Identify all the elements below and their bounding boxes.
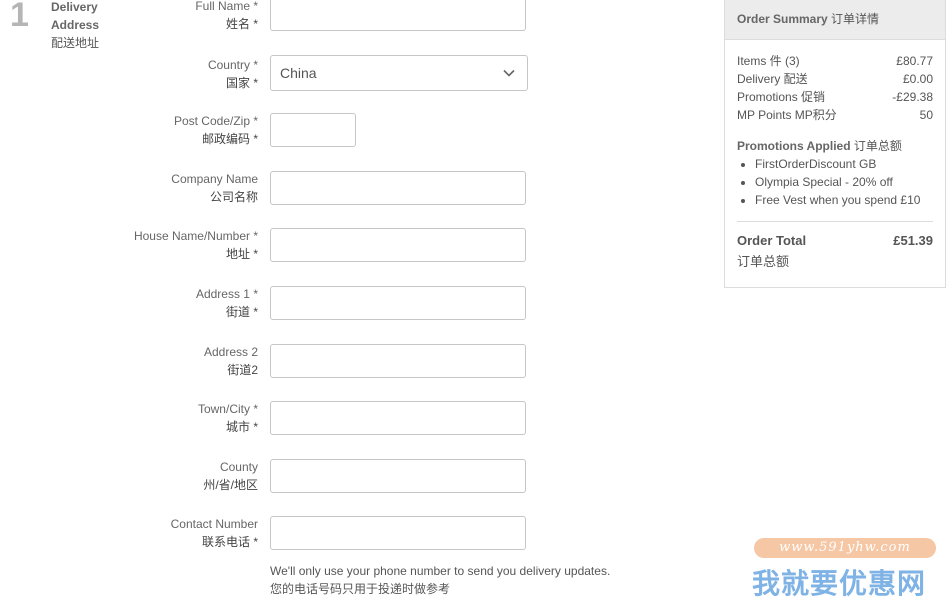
country-label-en: Country * [207,58,258,72]
town-city-row: Town/City * 城市 * [0,400,700,440]
contact-number-input[interactable] [270,516,526,550]
house-number-input[interactable] [270,228,526,262]
address-1-label-en: Address 1 * [195,287,258,301]
summary-divider [737,221,933,222]
full-name-row: Full Name * 姓名 * [0,0,700,37]
summary-line-label: Items 件 (3) [737,54,800,68]
full-name-label: Full Name * 姓名 * [58,0,258,33]
address-2-label-zh: 街道2 [227,363,258,377]
promotions-applied-title-en: Promotions Applied [737,139,851,153]
company-name-row: Company Name 公司名称 [0,170,700,210]
summary-line-promotions: Promotions 促销 -£29.38 [737,88,933,106]
promotion-item: Free Vest when you spend £10 [755,191,933,209]
summary-line-label: MP Points MP积分 [737,108,837,122]
country-selected-value: China [280,65,317,81]
address-2-label: Address 2 街道2 [58,343,258,379]
full-name-label-zh: 姓名 * [225,17,258,31]
company-name-input[interactable] [270,171,526,205]
contact-number-label-en: Contact Number [170,517,258,531]
company-name-label-zh: 公司名称 [209,190,258,204]
post-code-label: Post Code/Zip * 邮政编码 * [58,112,258,148]
country-label-zh: 国家 * [225,76,258,90]
county-input[interactable] [270,459,526,493]
order-summary-panel: Order Summary 订单详情 Items 件 (3) £80.77 De… [724,0,946,288]
promotions-applied-title-zh: 订单总额 [853,139,902,153]
phone-help-en: We'll only use your phone number to send… [270,564,611,578]
address-2-label-en: Address 2 [203,345,258,359]
summary-line-value: £80.77 [896,54,933,68]
country-label: Country * 国家 * [58,56,258,92]
post-code-input[interactable] [270,113,356,147]
town-city-label: Town/City * 城市 * [58,400,258,436]
phone-help-text: We'll only use your phone number to send… [270,562,650,598]
full-name-input[interactable] [270,0,526,31]
contact-number-row: Contact Number 联系电话 * [0,515,700,555]
address-2-row: Address 2 街道2 [0,343,700,383]
town-city-input[interactable] [270,401,526,435]
summary-line-value: 50 [919,108,933,122]
county-label: County 州/省/地区 [58,458,258,494]
summary-line-mp-points: MP Points MP积分 50 [737,106,933,124]
address-1-label-zh: 街道 * [225,305,258,319]
promotions-applied-title: Promotions Applied 订单总额 [737,137,933,155]
chevron-down-icon [503,69,515,77]
summary-line-label: Delivery 配送 [737,72,808,86]
house-number-label: House Name/Number * 地址 * [58,227,258,263]
town-city-label-zh: 城市 * [225,420,258,434]
phone-help-zh: 您的电话号码只用于投递时做参考 [270,582,451,596]
town-city-label-en: Town/City * [197,402,258,416]
promotion-item: Olympia Special - 20% off [755,173,933,191]
order-summary-title-en: Order Summary [737,12,828,26]
site-watermark: www.591yhw.com 我就要优惠网 [748,536,944,599]
watermark-text: 我就要优惠网 [752,568,927,599]
summary-line-items: Items 件 (3) £80.77 [737,52,933,70]
order-total-label: Order Total 订单总额 [737,232,806,271]
order-total-row: Order Total 订单总额 £51.39 [737,232,933,271]
order-total-value: £51.39 [893,233,933,248]
country-row: Country * 国家 * China [0,55,700,95]
order-total-label-zh: 订单总额 [737,254,790,269]
order-summary-title-zh: 订单详情 [831,12,880,26]
house-number-row: House Name/Number * 地址 * [0,227,700,267]
promotion-item: FirstOrderDiscount GB [755,155,933,173]
summary-line-label: Promotions 促销 [737,90,826,104]
summary-line-value: -£29.38 [892,90,933,104]
contact-number-label-zh: 联系电话 * [201,535,258,549]
order-summary-header: Order Summary 订单详情 [725,0,945,40]
house-number-label-zh: 地址 * [225,247,258,261]
post-code-row: Post Code/Zip * 邮政编码 * [0,113,700,153]
county-row: County 州/省/地区 [0,458,700,498]
county-label-en: County [219,460,258,474]
watermark-url: www.591yhw.com [754,538,936,558]
address-1-row: Address 1 * 街道 * [0,285,700,325]
post-code-label-en: Post Code/Zip * [173,114,258,128]
country-select[interactable]: China [270,55,528,91]
order-summary-body: Items 件 (3) £80.77 Delivery 配送 £0.00 Pro… [725,40,945,271]
address-1-label: Address 1 * 街道 * [58,285,258,321]
county-label-zh: 州/省/地区 [203,478,258,492]
house-number-label-en: House Name/Number * [133,229,258,243]
company-name-label: Company Name 公司名称 [58,170,258,206]
summary-line-delivery: Delivery 配送 £0.00 [737,70,933,88]
order-total-label-en: Order Total [737,233,807,248]
summary-line-value: £0.00 [902,72,933,86]
promotions-list: FirstOrderDiscount GB Olympia Special - … [737,155,933,209]
address-1-input[interactable] [270,286,526,320]
address-2-input[interactable] [270,344,526,378]
contact-number-label: Contact Number 联系电话 * [58,515,258,551]
full-name-label-en: Full Name * [195,0,258,13]
post-code-label-zh: 邮政编码 * [201,132,258,146]
company-name-label-en: Company Name [171,172,258,186]
